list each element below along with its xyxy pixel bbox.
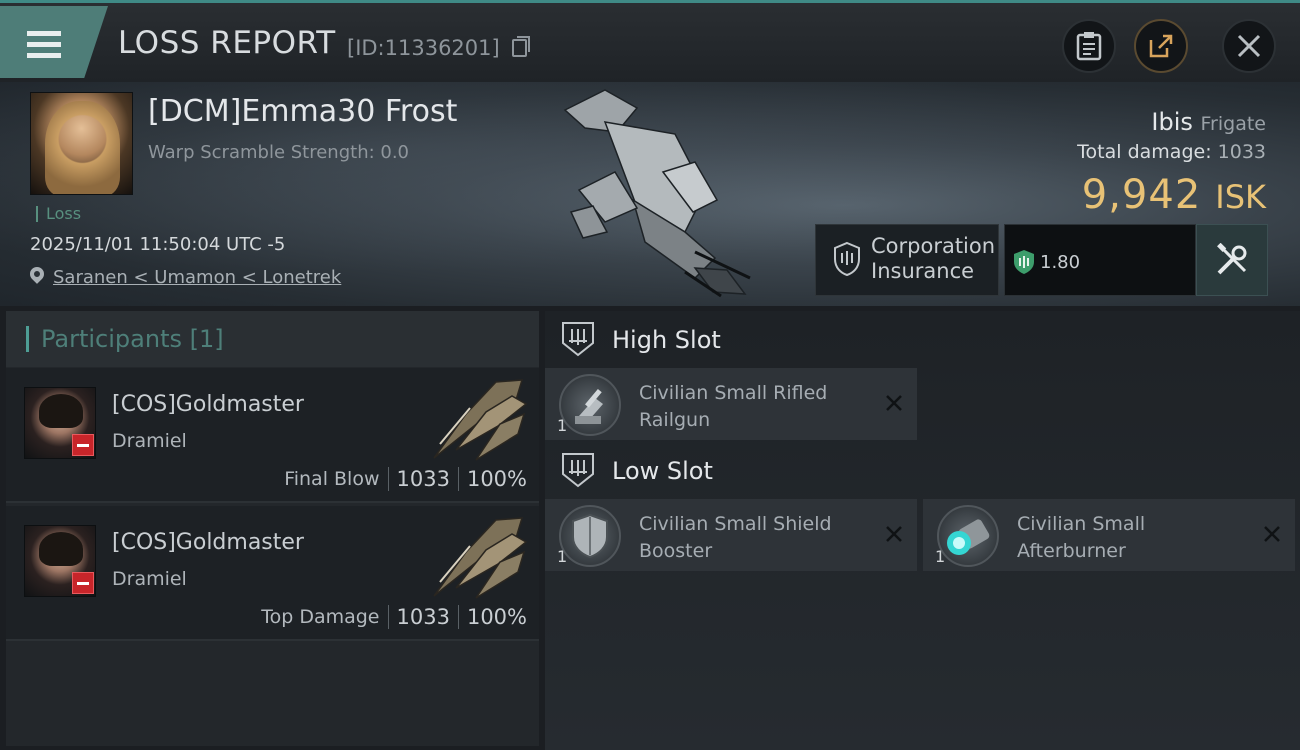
insurance-label-line2: Insurance <box>871 259 975 283</box>
warp-scramble-strength: Warp Scramble Strength: 0.0 <box>148 142 410 163</box>
module-name: Civilian Small Rifled Railgun <box>639 380 859 434</box>
participant-stats: Top Damage 1033 100% <box>261 605 527 629</box>
loss-datetime: 2025/11/01 11:50:04 UTC -5 <box>30 234 286 255</box>
participant-damage: 1033 <box>396 605 450 629</box>
menu-icon-bar <box>27 53 61 58</box>
participant-row[interactable]: [COS]Goldmaster Dramiel Final Blow 1033 … <box>6 368 539 503</box>
share-icon <box>1149 34 1173 58</box>
page-title: LOSS REPORT <box>118 25 336 61</box>
participant-ship-image <box>433 517 528 599</box>
high-slot-title: High Slot <box>612 326 721 354</box>
module-name: Civilian Small Shield Booster <box>639 511 859 565</box>
module-name-line1: Civilian Small Shield <box>639 513 832 535</box>
report-id: [ID:11336201] <box>347 36 500 60</box>
low-slot-title: Low Slot <box>612 457 713 485</box>
fitting-tools-button[interactable] <box>1196 224 1268 296</box>
module-name-line2: Railgun <box>639 409 711 431</box>
insurance-label-line1: Corporation <box>871 234 996 258</box>
location-pin-icon <box>27 264 47 284</box>
shield-booster-icon <box>559 505 621 567</box>
avatar-hair <box>39 394 83 428</box>
total-damage-value: 1033 <box>1217 141 1266 163</box>
participant-name: [COS]Goldmaster <box>112 530 304 555</box>
insurance-value-box: 1.80 <box>1004 224 1196 296</box>
divider <box>457 605 459 629</box>
participant-role: Top Damage <box>261 606 380 628</box>
victim-banner: [DCM]Emma30 Frost Warp Scramble Strength… <box>0 82 1300 306</box>
fittings-panel: High Slot 1 Civilian Small Rifled Railgu… <box>545 311 1300 750</box>
total-damage: Total damage: 1033 <box>1077 141 1266 163</box>
copy-icon[interactable] <box>512 36 530 57</box>
module-name: Civilian Small Afterburner <box>1017 511 1237 565</box>
avatar-hair <box>39 532 83 566</box>
close-icon <box>1237 34 1261 58</box>
module-item[interactable]: 1 Civilian Small Afterburner <box>923 499 1295 571</box>
ship-type[interactable]: Ibis Frigate <box>1151 108 1266 136</box>
portrait-hair <box>45 101 120 194</box>
divider <box>387 467 389 491</box>
module-name-line2: Booster <box>639 540 713 562</box>
remove-icon[interactable] <box>883 523 905 545</box>
afterburner-icon <box>937 505 999 567</box>
participants-header: Participants [1] <box>6 311 539 367</box>
railgun-icon <box>559 374 621 436</box>
module-quantity: 1 <box>557 416 568 435</box>
participant-stats: Final Blow 1033 100% <box>284 467 527 491</box>
module-name-line1: Civilian Small <box>1017 513 1146 535</box>
high-slot-header: High Slot <box>545 311 1300 367</box>
corporation-insurance[interactable]: Corporation Insurance <box>815 224 999 296</box>
share-button[interactable] <box>1134 19 1188 73</box>
module-item[interactable]: 1 Civilian Small Shield Booster <box>545 499 917 571</box>
insurance-label: Corporation Insurance <box>871 234 995 284</box>
victim-name[interactable]: [DCM]Emma30 Frost <box>148 94 457 129</box>
menu-icon-bar <box>27 42 61 47</box>
participants-panel: Participants [1] [COS]Goldmaster Dramiel… <box>6 311 539 746</box>
ship-name: Ibis <box>1151 108 1193 136</box>
participant-damage: 1033 <box>396 467 450 491</box>
low-slot-header: Low Slot <box>545 442 1300 498</box>
participant-ship: Dramiel <box>112 568 187 590</box>
participants-title: Participants [1] <box>26 326 224 352</box>
module-quantity: 1 <box>557 547 568 566</box>
clipboard-icon <box>1076 32 1102 61</box>
menu-button[interactable] <box>0 6 108 78</box>
participant-percent: 100% <box>466 467 527 491</box>
isk-unit: ISK <box>1215 178 1266 216</box>
shield-icon <box>834 241 860 277</box>
isk-amount: 9,942 <box>1081 172 1202 218</box>
standing-badge-icon <box>72 572 94 594</box>
top-bar: LOSS REPORT [ID:11336201] <box>0 0 1300 82</box>
ship-class: Frigate <box>1200 113 1266 135</box>
tools-icon <box>1217 243 1247 275</box>
slot-icon <box>562 322 594 357</box>
standing-badge-icon <box>72 434 94 456</box>
participant-row[interactable]: [COS]Goldmaster Dramiel Top Damage 1033 … <box>6 506 539 641</box>
participant-ship: Dramiel <box>112 430 187 452</box>
menu-icon <box>27 31 61 36</box>
slot-icon <box>562 453 594 488</box>
isk-value: 9,942 ISK <box>1082 172 1266 218</box>
divider <box>457 467 459 491</box>
module-name-line2: Afterburner <box>1017 540 1126 562</box>
participant-percent: 100% <box>466 605 527 629</box>
module-name-line1: Civilian Small Rifled <box>639 382 828 404</box>
insurance-badge-icon <box>1014 250 1034 274</box>
participant-ship-image <box>433 379 528 461</box>
clipboard-button[interactable] <box>1062 19 1116 73</box>
participant-name: [COS]Goldmaster <box>112 392 304 417</box>
victim-portrait[interactable] <box>30 92 133 195</box>
location-link[interactable]: Saranen < Umamon < Lonetrek <box>53 267 341 288</box>
close-button[interactable] <box>1222 19 1276 73</box>
module-quantity: 1 <box>935 547 946 566</box>
loss-status: Loss <box>36 206 81 222</box>
module-item[interactable]: 1 Civilian Small Rifled Railgun <box>545 368 917 440</box>
participant-role: Final Blow <box>284 468 380 490</box>
total-damage-label: Total damage: <box>1077 141 1212 163</box>
remove-icon[interactable] <box>1261 523 1283 545</box>
victim-ship-image <box>563 89 751 298</box>
divider <box>387 605 389 629</box>
insurance-value: 1.80 <box>1040 252 1081 273</box>
remove-icon[interactable] <box>883 392 905 414</box>
